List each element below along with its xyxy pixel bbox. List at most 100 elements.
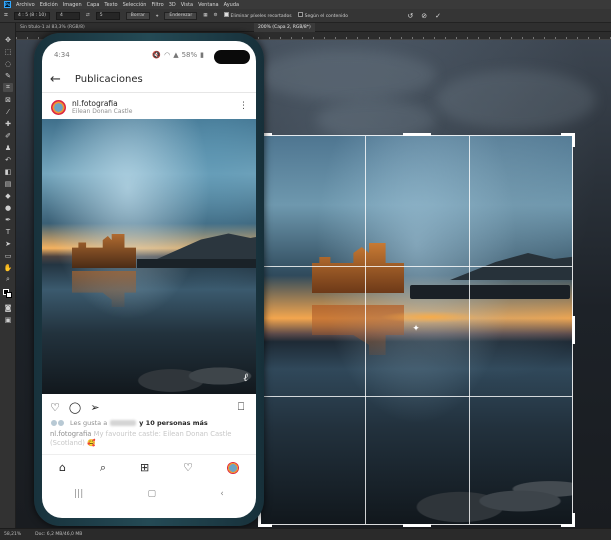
bookmark-icon[interactable]: ⎕	[234, 400, 248, 414]
shape-tool-icon[interactable]: ▭	[3, 251, 13, 260]
content-aware-checkbox[interactable]	[297, 12, 303, 17]
quick-mask-icon[interactable]: ◙	[3, 303, 13, 312]
lasso-tool-icon[interactable]: ◌	[3, 59, 13, 68]
menu-archivo[interactable]: Archivo	[16, 2, 35, 8]
status-icons: 🔇 ◠ ▲ 58% ▮	[152, 51, 204, 59]
eraser-tool-icon[interactable]: ◧	[3, 167, 13, 176]
settings-gear-icon[interactable]: ⚙	[213, 13, 217, 18]
healing-tool-icon[interactable]: ✚	[3, 119, 13, 128]
menu-vista[interactable]: Vista	[181, 2, 193, 8]
move-tool-icon[interactable]: ✥	[3, 35, 13, 44]
dodge-tool-icon[interactable]: ●	[3, 203, 13, 212]
menu-ayuda[interactable]: Ayuda	[224, 2, 239, 8]
add-post-icon[interactable]: ⊞	[140, 461, 149, 474]
ratio-dropdown[interactable]: 4 : 5 (8 : 10)	[13, 11, 50, 20]
avatar[interactable]	[50, 98, 67, 116]
quick-select-tool-icon[interactable]: ✎	[3, 71, 13, 80]
blurred-username	[110, 420, 137, 426]
history-brush-icon[interactable]: ↶	[3, 155, 13, 164]
type-tool-icon[interactable]: T	[3, 227, 13, 236]
recent-apps-icon[interactable]: |||	[74, 489, 83, 499]
smartphone: 4:34 🔇 ◠ ▲ 58% ▮ ← Publicaciones nl.foto…	[34, 33, 264, 526]
pen-tool-icon[interactable]: ✒	[3, 215, 13, 224]
comment-icon[interactable]: ◯	[68, 400, 82, 414]
crop-handle-top[interactable]	[403, 133, 431, 136]
battery-level: 58%	[181, 51, 198, 59]
overlay-grid-icon[interactable]: ▦	[203, 13, 207, 18]
screen-mode-icon[interactable]: ▣	[3, 315, 13, 324]
crop-handle-right[interactable]	[572, 316, 575, 344]
stamp-tool-icon[interactable]: ♟	[3, 143, 13, 152]
phone-screen: 4:34 🔇 ◠ ▲ 58% ▮ ← Publicaciones nl.foto…	[42, 41, 256, 518]
crop-frame[interactable]: ✦	[258, 133, 575, 527]
back-arrow-icon[interactable]: ←	[50, 72, 61, 87]
likes-line[interactable]: Les gusta a y 10 personas más	[50, 418, 250, 428]
post-caption: nl.fotografia My favourite castle: Eilea…	[50, 430, 250, 448]
crop-handle-bottom-right-v[interactable]	[572, 513, 575, 527]
crop-commit-controls: ↺ ⊘ ✓	[407, 12, 441, 20]
cancel-icon[interactable]: ⊘	[421, 12, 427, 20]
delete-pixels-option[interactable]: Eliminar píxeles recortados	[223, 12, 292, 19]
menu-texto[interactable]: Texto	[104, 2, 117, 8]
heart-icon[interactable]: ♡	[48, 400, 62, 414]
home-icon[interactable]: ⌂	[59, 461, 66, 474]
caption-username[interactable]: nl.fotografia	[50, 430, 91, 438]
marquee-tool-icon[interactable]: ⬚	[3, 47, 13, 56]
tab-untitled[interactable]: Sin título-1 al 83,3% (RGB/8)	[20, 25, 85, 30]
crop-tool-icon-side[interactable]: ⌗	[3, 83, 13, 92]
crop-handle-top-right-v[interactable]	[572, 133, 575, 147]
crop-grid-line	[261, 396, 572, 397]
crop-handle-bottom[interactable]	[403, 524, 431, 527]
activity-heart-icon[interactable]: ♡	[183, 461, 193, 474]
menu-edicion[interactable]: Edición	[40, 2, 58, 8]
straighten-button[interactable]: Enderezar	[164, 11, 198, 20]
phone-time: 4:34	[54, 51, 70, 59]
home-button-icon[interactable]: ▢	[147, 489, 156, 499]
back-button-icon[interactable]: ‹	[220, 489, 224, 499]
signal-icon: ▲	[173, 51, 179, 59]
crop-grid-line	[261, 266, 572, 267]
menu-capa[interactable]: Capa	[87, 2, 100, 8]
post-location[interactable]: Eilean Donan Castle	[72, 108, 132, 115]
more-options-icon[interactable]: ⋮	[239, 101, 248, 111]
bridge-shape	[137, 259, 256, 268]
menu-seleccion[interactable]: Selección	[123, 2, 147, 8]
menu-filtro[interactable]: Filtro	[151, 2, 163, 8]
zoom-level[interactable]: 58,21%	[4, 532, 21, 537]
instagram-bottom-nav: ⌂ ⌕ ⊞ ♡	[42, 454, 256, 480]
width-field[interactable]: 4	[55, 11, 80, 20]
menu-ventana[interactable]: Ventana	[198, 2, 219, 8]
hand-tool-icon[interactable]: ✋	[3, 263, 13, 272]
reset-icon[interactable]: ↺	[407, 12, 413, 20]
post-username[interactable]: nl.fotografia	[72, 99, 132, 108]
castle-reflection	[72, 271, 136, 307]
color-swatches-icon[interactable]	[3, 289, 13, 298]
gradient-tool-icon[interactable]: ▤	[3, 179, 13, 188]
frame-tool-icon[interactable]: ⊠	[3, 95, 13, 104]
tab-active-document[interactable]: 200% (Capa 2, RGB/8*)	[254, 23, 315, 32]
profile-avatar[interactable]	[226, 461, 239, 474]
camera-cutout	[214, 50, 250, 64]
straighten-icon[interactable]: ⌖	[156, 13, 159, 19]
share-icon[interactable]: ➢	[88, 400, 102, 414]
clear-button[interactable]: Borrar	[125, 11, 150, 20]
crop-tool-icon[interactable]: ⌗	[4, 11, 8, 20]
menu-imagen[interactable]: Imagen	[63, 2, 82, 8]
path-select-icon[interactable]: ➤	[3, 239, 13, 248]
menu-3d[interactable]: 3D	[169, 2, 176, 8]
brush-tool-icon[interactable]: ✐	[3, 131, 13, 140]
swap-icon[interactable]: ⇄	[86, 13, 90, 18]
content-aware-option[interactable]: Según el contenido	[297, 12, 348, 19]
post-user-info: nl.fotografia Eilean Donan Castle	[72, 99, 132, 115]
blur-tool-icon[interactable]: ◆	[3, 191, 13, 200]
height-field[interactable]: 5	[95, 11, 120, 20]
delete-pixels-checkbox[interactable]	[223, 12, 229, 17]
zoom-tool-icon[interactable]: ⌕	[3, 275, 13, 284]
search-icon[interactable]: ⌕	[100, 461, 106, 475]
crop-grid-line	[365, 136, 366, 524]
crop-center-crosshair-icon[interactable]: ✦	[411, 324, 421, 334]
post-photo[interactable]: ℓ	[42, 119, 256, 394]
eyedropper-tool-icon[interactable]: ⁄	[3, 107, 13, 116]
commit-icon[interactable]: ✓	[435, 12, 441, 20]
liker-avatar	[57, 419, 65, 427]
